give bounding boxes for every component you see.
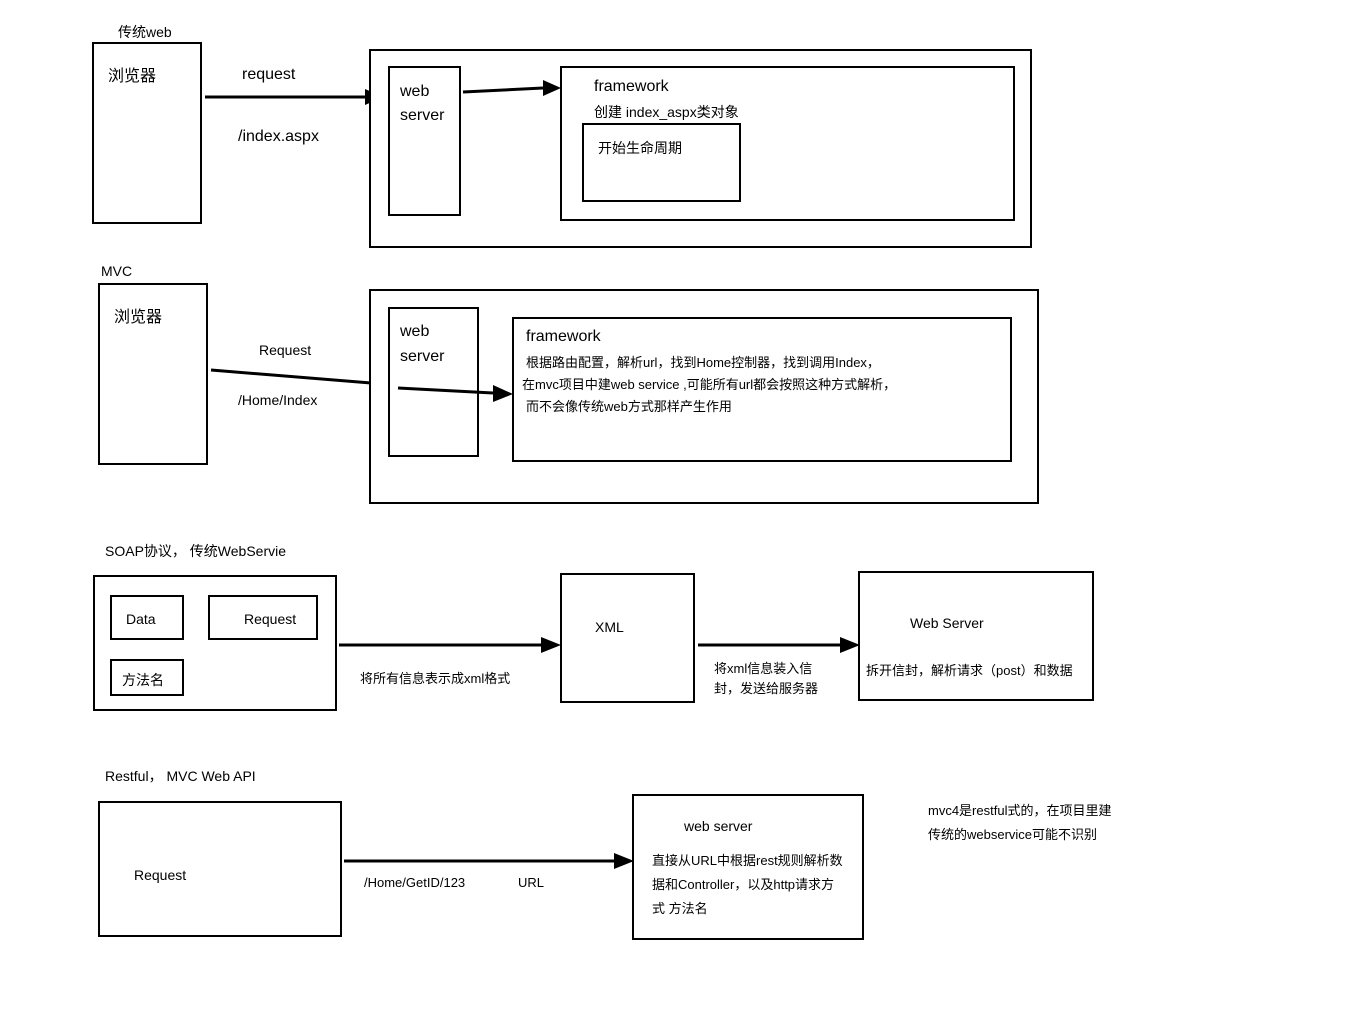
lifecycle-label-1: 开始生命周期: [598, 138, 682, 158]
browser-label-2: 浏览器: [114, 303, 162, 327]
framework-line2-3: 而不会像传统web方式那样产生作用: [526, 396, 732, 415]
framework-line2-2: 在mvc项目中建web service ,可能所有url都会按照这种方式解析，: [522, 374, 896, 393]
xml-box: [560, 573, 695, 703]
request-label-3: Request: [244, 611, 296, 627]
arrow-browser-to-server-2: [211, 365, 391, 400]
ws-line4-3: 式 方法名: [652, 898, 708, 917]
section2-title: MVC: [101, 263, 132, 279]
soap-note2b: 封，发送给服务器: [714, 678, 818, 697]
web-label-2a: web: [400, 323, 429, 341]
request-label-2: Request: [259, 342, 311, 358]
framework-line2-1: 根据路由配置，解析url，找到Home控制器，找到调用Index，: [526, 352, 880, 371]
web-server-box-3: [858, 571, 1094, 701]
framework-title-2: framework: [526, 328, 601, 346]
ws-line4-2: 据和Controller，以及http请求方: [652, 874, 834, 893]
request-label-4: Request: [134, 867, 186, 883]
rest-note-b: 传统的webservice可能不识别: [928, 824, 1097, 843]
data-label: Data: [126, 611, 156, 627]
web-label-1a: web: [400, 83, 429, 101]
arrow-xml-to-server: [698, 630, 860, 660]
path-label-1: /index.aspx: [238, 128, 319, 146]
web-label-1b: server: [400, 107, 444, 125]
arrow-browser-to-server-1: [205, 85, 383, 110]
arrow-server-to-framework-1: [463, 80, 561, 105]
url-label-4: URL: [518, 875, 544, 890]
section4-title: Restful， MVC Web API: [105, 766, 256, 786]
framework-sub-1: 创建 index_aspx类对象: [594, 102, 739, 122]
soap-note2a: 将xml信息装入信: [714, 658, 812, 677]
section1-title: 传统web: [118, 22, 172, 42]
xml-label: XML: [595, 619, 624, 635]
soap-note3: 拆开信封，解析请求（post）和数据: [866, 660, 1073, 679]
rest-note-a: mvc4是restful式的，在项目里建: [928, 800, 1111, 819]
request-label-1: request: [242, 66, 295, 84]
web-server-label-4: web server: [684, 818, 752, 834]
arrow-server-to-framework-2: [398, 378, 513, 408]
arrow-soap-to-xml: [339, 630, 561, 660]
lifecycle-box-1: [582, 123, 741, 202]
soap-note1: 将所有信息表示成xml格式: [360, 668, 510, 687]
method-name-label: 方法名: [122, 670, 164, 690]
web-server-label-3: Web Server: [910, 615, 984, 631]
path-label-4: /Home/GetID/123: [364, 875, 465, 890]
framework-title-1: framework: [594, 78, 669, 96]
browser-label-1: 浏览器: [108, 62, 156, 86]
ws-line4-1: 直接从URL中根据rest规则解析数: [652, 850, 843, 869]
web-label-2b: server: [400, 348, 444, 366]
section3-title: SOAP协议， 传统WebServie: [105, 541, 286, 561]
arrow-request-to-server-4: [344, 846, 634, 876]
